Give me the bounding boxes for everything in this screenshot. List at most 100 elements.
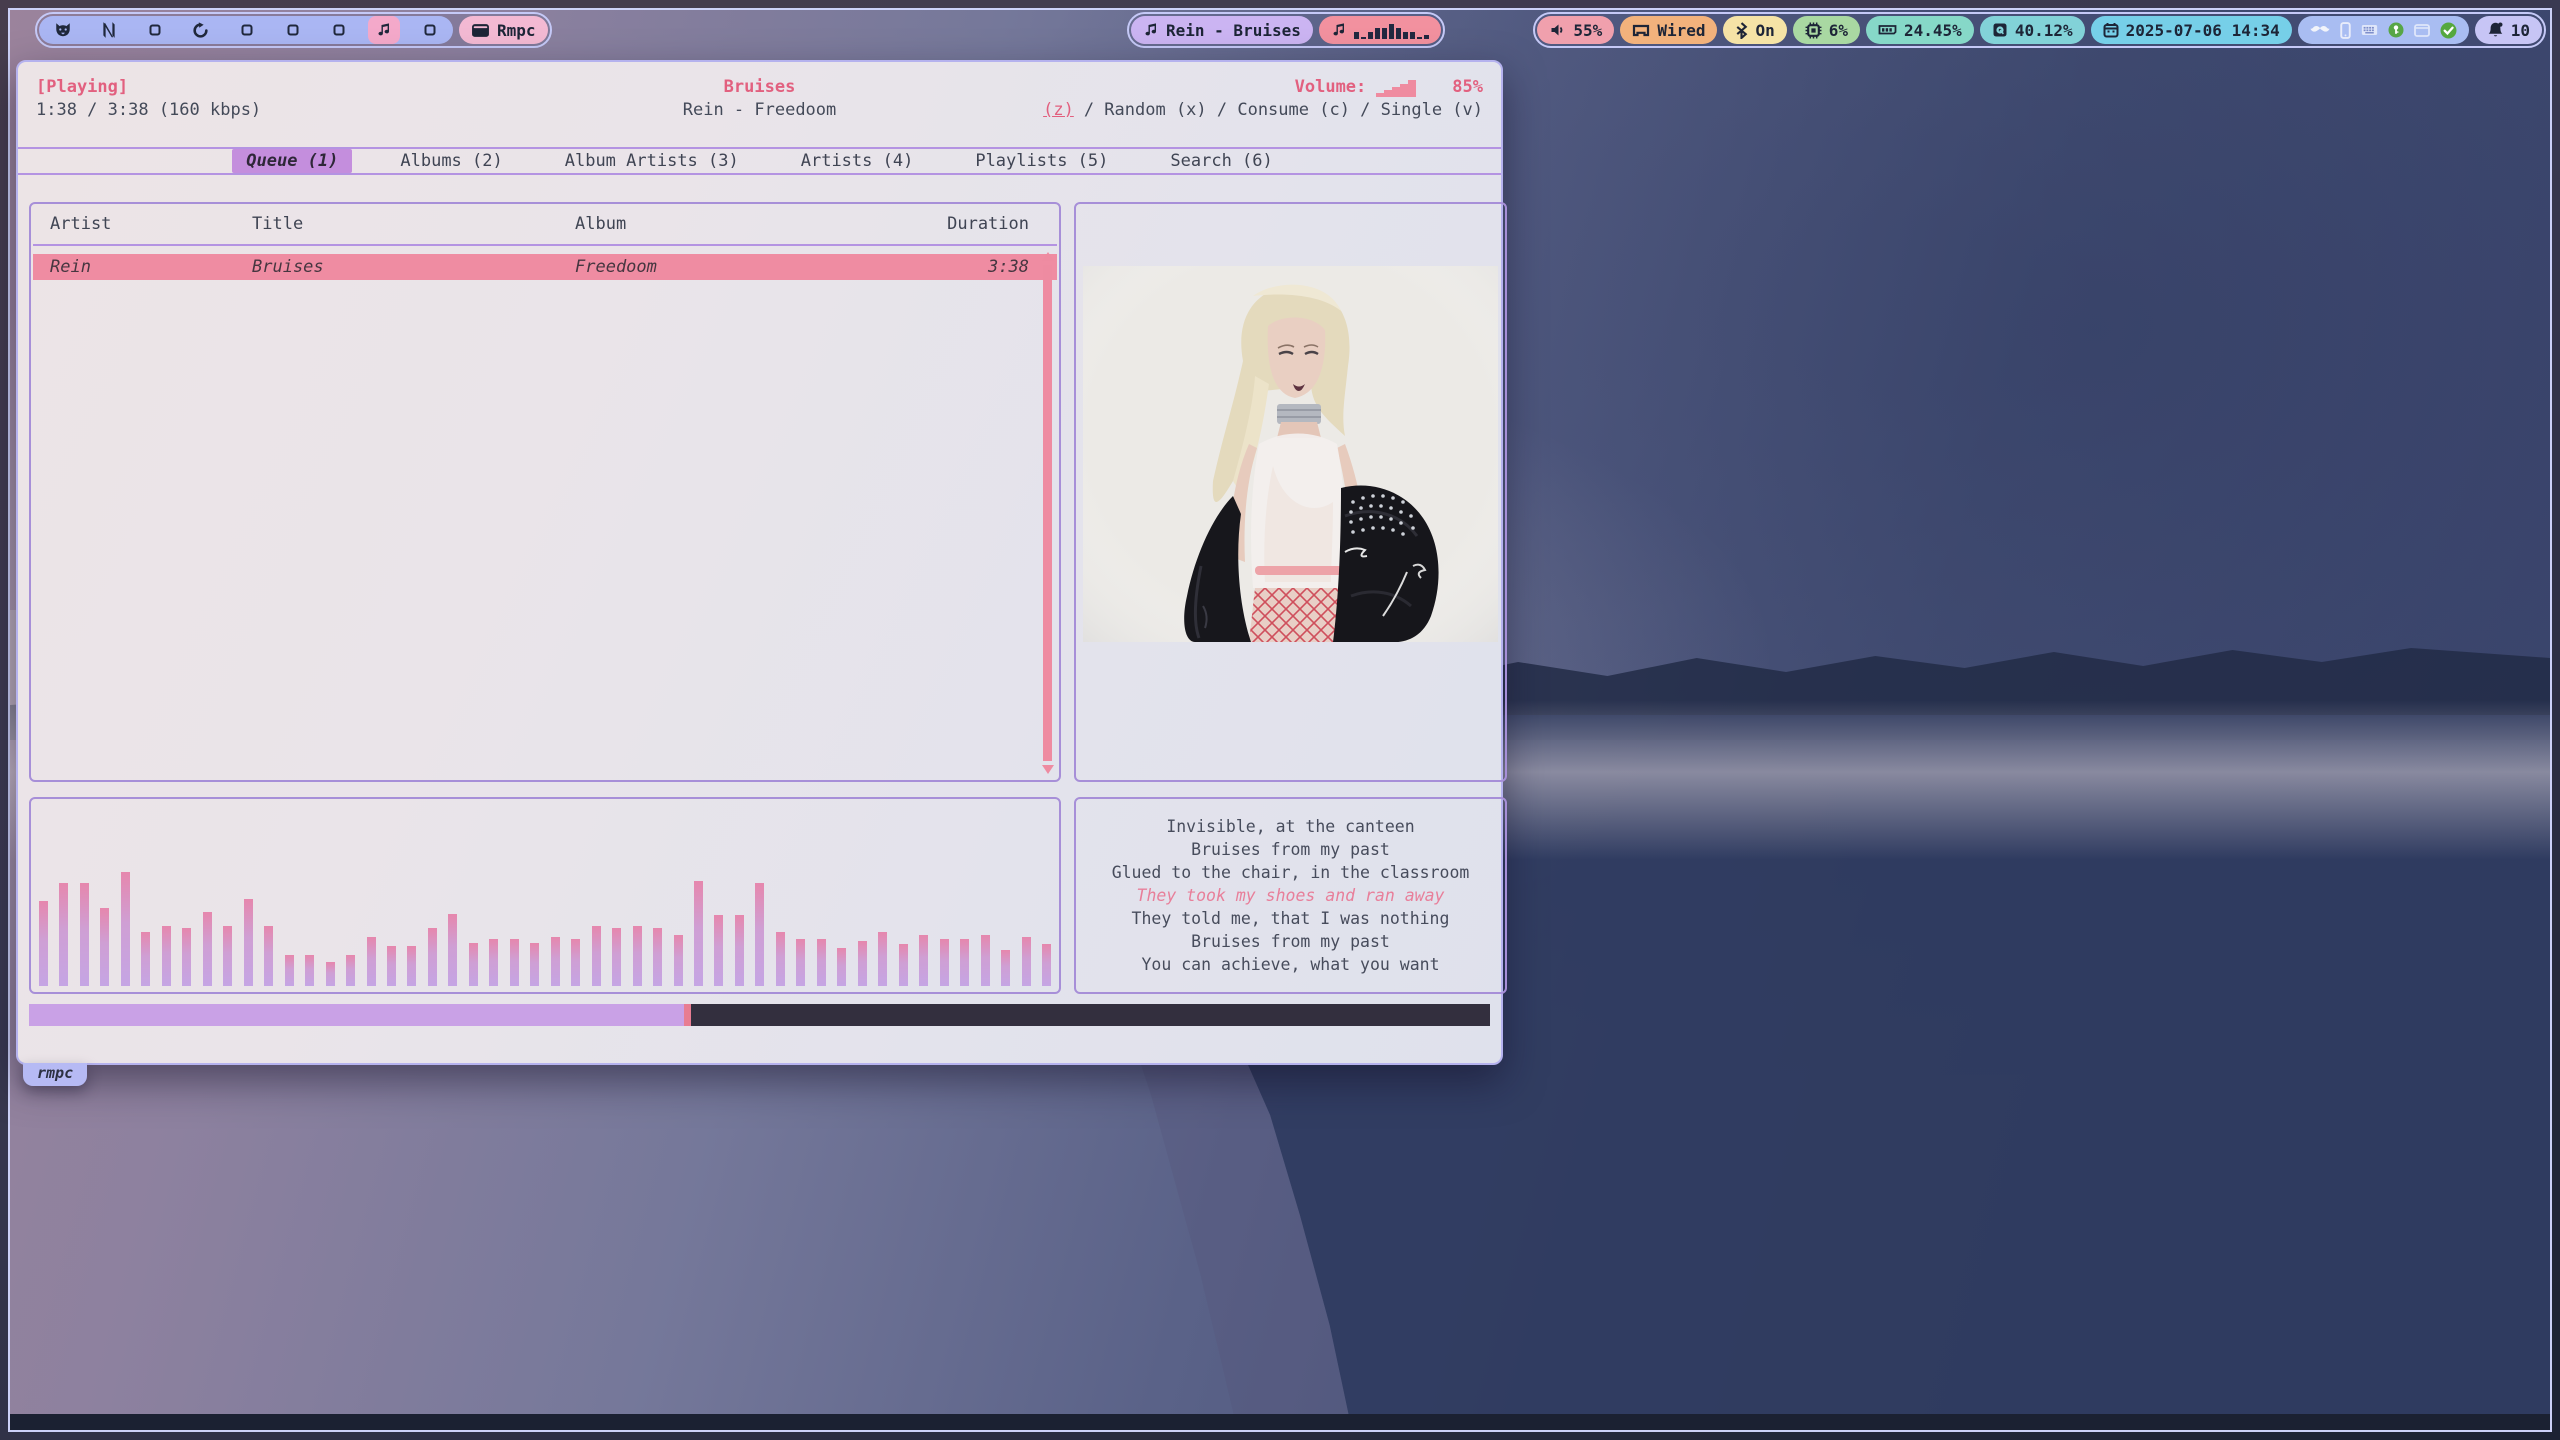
lyric-line: They told me, that I was nothing	[1076, 907, 1505, 930]
tab-search-6[interactable]: Search (6)	[1156, 149, 1286, 173]
cava-bar	[1396, 28, 1401, 39]
tab-bar: Queue (1) Albums (2) Album Artists (3) Arti…	[18, 147, 1501, 175]
visualizer-bar	[714, 915, 723, 986]
workspace-5[interactable]	[227, 16, 266, 44]
app-badge-rmpc[interactable]: Rmpc	[459, 16, 548, 44]
visualizer-bar	[203, 912, 212, 986]
album-art	[1083, 266, 1498, 642]
lyric-line: Bruises from my past	[1076, 930, 1505, 953]
tab-artists-4[interactable]: Artists (4)	[787, 149, 928, 173]
lyric-line: You can achieve, what you want	[1076, 953, 1505, 976]
visualizer-bar	[162, 926, 171, 986]
tab-queue-1[interactable]: Queue (1)	[232, 149, 352, 173]
status-pill-disk[interactable]: 40.12%	[1980, 16, 2085, 44]
queue-panel: ArtistTitleAlbumDuration ReinBruisesFree…	[29, 202, 1061, 782]
window-icon[interactable]	[2414, 24, 2430, 37]
progress-bar[interactable]	[29, 1004, 1490, 1026]
cava-bar	[1403, 32, 1408, 39]
cava-bar	[1410, 32, 1415, 39]
toggle-options[interactable]: / Random (x) / Consume (c) / Single (v)	[1084, 99, 1483, 122]
volume-label: Volume:	[1295, 76, 1367, 99]
visualizer-bar	[346, 955, 355, 986]
workspaces	[39, 16, 453, 44]
visualizer-bar	[755, 883, 764, 986]
visualizer-bar	[571, 939, 580, 986]
visualizer-bar	[940, 939, 949, 986]
visualizer-bar	[817, 939, 826, 986]
visualizer-panel	[29, 797, 1061, 994]
workspace-9[interactable]	[410, 16, 449, 44]
progress-fill	[29, 1004, 686, 1026]
terminal-icon	[471, 22, 490, 39]
toggle-repeat[interactable]: (z)	[1043, 99, 1074, 122]
workspace-7[interactable]	[319, 16, 358, 44]
visualizer-bar	[899, 944, 908, 986]
visualizer-bar	[981, 935, 990, 986]
visualizer-bar	[448, 914, 457, 986]
calendar-icon	[2103, 22, 2119, 38]
visualizer-bar	[305, 955, 314, 986]
notifications-widget[interactable]: 10	[2475, 16, 2542, 44]
visualizer-bar	[776, 932, 785, 986]
column-header-duration: Duration	[919, 214, 1029, 234]
cava-bar	[1368, 32, 1373, 39]
square-icon	[149, 24, 161, 36]
album-art-panel	[1074, 202, 1507, 782]
bell-icon	[2487, 21, 2504, 39]
column-header-title: Title	[252, 214, 575, 234]
status-pill-volume[interactable]: 55%	[1537, 16, 1614, 44]
tab-albums-2[interactable]: Albums (2)	[386, 149, 516, 173]
cava-bar	[1382, 28, 1387, 39]
status-pill-clock[interactable]: 2025-07-06 14:34	[2091, 16, 2292, 44]
workspace-8-active[interactable]	[368, 16, 400, 44]
key-icon[interactable]	[2388, 22, 2404, 38]
workspace-3[interactable]	[135, 16, 174, 44]
phone-icon[interactable]	[2340, 22, 2351, 39]
visualizer-bar	[858, 941, 867, 986]
queue-scrollbar[interactable]	[1041, 252, 1055, 774]
status-pill-memory[interactable]: 24.45%	[1866, 16, 1974, 44]
square-icon	[287, 24, 299, 36]
column-header-album: Album	[575, 214, 919, 234]
cpu-value: 6%	[1829, 21, 1848, 40]
visualizer-bar	[612, 928, 621, 986]
volume-value: 85%	[1452, 76, 1483, 99]
workspace-6[interactable]	[273, 16, 312, 44]
cava-widget[interactable]	[1319, 16, 1441, 44]
scroll-down-icon[interactable]	[1042, 765, 1054, 774]
mustache-icon[interactable]	[2310, 25, 2330, 35]
window-tag[interactable]: rmpc	[23, 1063, 87, 1086]
check-icon[interactable]	[2440, 22, 2457, 39]
visualizer-bar	[551, 937, 560, 986]
lyric-line-current: They took my shoes and ran away	[1076, 884, 1505, 907]
visualizer-bars	[39, 805, 1051, 986]
visualizer-bar	[469, 943, 478, 986]
visualizer-bar	[960, 939, 969, 986]
keyboard-icon[interactable]	[2361, 24, 2378, 36]
workspace-4[interactable]	[181, 16, 220, 44]
visualizer-bar	[407, 946, 416, 986]
clock-value: 2025-07-06 14:34	[2126, 21, 2280, 40]
now-playing-widget[interactable]: Rein - Bruises	[1131, 16, 1313, 44]
visualizer-bar	[1001, 950, 1010, 986]
queue-row-selected[interactable]: ReinBruisesFreedoom3:38	[33, 254, 1057, 280]
status-pill-network[interactable]: Wired	[1620, 16, 1717, 44]
scrollbar-thumb[interactable]	[1043, 265, 1052, 761]
status-pill-bluetooth[interactable]: On	[1723, 16, 1786, 44]
bar-group-left: Rmpc	[35, 12, 552, 48]
cava-bars	[1354, 21, 1429, 39]
workspace-1[interactable]	[43, 16, 82, 44]
visualizer-bar	[387, 946, 396, 986]
scroll-up-icon[interactable]	[1042, 252, 1054, 261]
tab-album-artists-3[interactable]: Album Artists (3)	[551, 149, 753, 173]
square-icon	[241, 24, 253, 36]
lyrics: Invisible, at the canteenBruises from my…	[1076, 799, 1505, 992]
workspace-2[interactable]	[89, 16, 128, 44]
system-tray[interactable]	[2298, 16, 2469, 44]
status-pill-cpu[interactable]: 6%	[1793, 16, 1860, 44]
square-icon	[333, 24, 345, 36]
tab-playlists-5[interactable]: Playlists (5)	[961, 149, 1122, 173]
visualizer-bar	[796, 939, 805, 986]
cava-bar	[1417, 37, 1422, 39]
visualizer-bar	[735, 915, 744, 986]
